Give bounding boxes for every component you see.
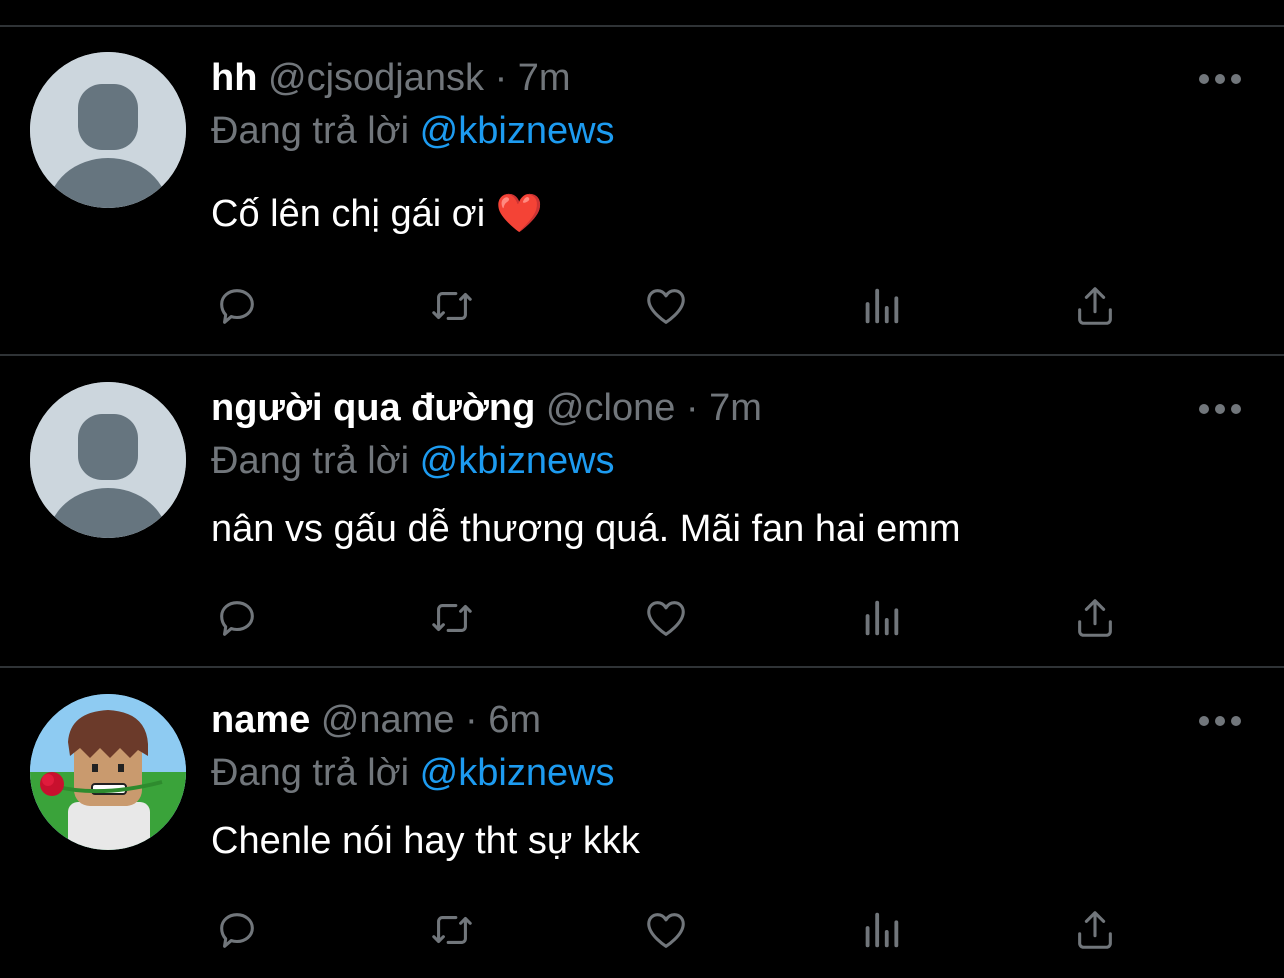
replying-to: Đang trả lời @kbiznews — [211, 438, 615, 484]
action-bar — [0, 281, 1284, 331]
share-icon — [1078, 911, 1112, 949]
heart-icon — [647, 289, 685, 324]
separator-dot: · — [465, 699, 478, 741]
like-button[interactable] — [641, 281, 691, 331]
mention-link[interactable]: @kbiznews — [420, 752, 615, 794]
tweet-text: Cố lên chị gái ơi ❤️ — [211, 191, 543, 237]
tweet-text: Chenle nói hay tht sự kkk — [211, 820, 640, 862]
views-button[interactable] — [856, 281, 906, 331]
timestamp[interactable]: 7m — [518, 57, 571, 99]
share-button[interactable] — [1070, 905, 1120, 955]
mention-link[interactable]: @kbiznews — [420, 440, 615, 482]
timestamp[interactable]: 6m — [488, 699, 541, 741]
separator-dot: · — [494, 57, 508, 99]
user-handle[interactable]: @clone — [546, 387, 675, 429]
user-handle[interactable]: @name — [321, 699, 455, 741]
reply-button[interactable] — [212, 905, 262, 955]
analytics-icon — [865, 600, 899, 636]
tweet-3[interactable]: name @name · 6m Đang trả lời @kbiznews C… — [0, 668, 1284, 978]
heart-icon — [647, 601, 685, 636]
display-name[interactable]: người qua đường — [211, 387, 535, 429]
like-button[interactable] — [641, 593, 691, 643]
replying-prefix: Đang trả lời — [211, 440, 410, 482]
more-icon[interactable] — [1196, 67, 1244, 91]
retweet-icon — [432, 916, 472, 944]
views-button[interactable] — [856, 905, 906, 955]
views-button[interactable] — [856, 593, 906, 643]
retweet-button[interactable] — [427, 281, 477, 331]
heart-icon — [647, 913, 685, 948]
tweet-header: người qua đường @clone · 7m — [211, 385, 762, 431]
timestamp[interactable]: 7m — [709, 387, 762, 429]
mention-link[interactable]: @kbiznews — [420, 110, 615, 152]
more-icon[interactable] — [1196, 709, 1244, 733]
heart-emoji: ❤️ — [495, 193, 544, 235]
reply-button[interactable] — [212, 281, 262, 331]
tweet-text-content: Cố lên chị gái ơi — [211, 193, 496, 235]
replying-to: Đang trả lời @kbiznews — [211, 108, 615, 154]
share-icon — [1078, 599, 1112, 637]
replying-prefix: Đang trả lời — [211, 110, 410, 152]
action-bar — [0, 593, 1284, 643]
separator-dot: · — [685, 387, 699, 429]
reply-icon — [220, 913, 254, 948]
reply-icon — [220, 289, 254, 324]
action-bar — [0, 905, 1284, 955]
tweet-1[interactable]: hh @cjsodjansk · 7m Đang trả lời @kbizne… — [0, 27, 1284, 337]
user-handle[interactable]: @cjsodjansk — [268, 57, 484, 99]
roblox-character-avatar — [30, 694, 186, 850]
analytics-icon — [865, 288, 899, 324]
avatar[interactable] — [30, 694, 186, 850]
reply-icon — [220, 601, 254, 636]
tweet-header: name @name · 6m — [211, 697, 541, 743]
avatar[interactable] — [30, 382, 186, 538]
retweet-button[interactable] — [427, 593, 477, 643]
replying-to: Đang trả lời @kbiznews — [211, 750, 615, 796]
share-button[interactable] — [1070, 281, 1120, 331]
retweet-icon — [432, 604, 472, 632]
replying-prefix: Đang trả lời — [211, 752, 410, 794]
like-button[interactable] — [641, 905, 691, 955]
retweet-button[interactable] — [427, 905, 477, 955]
display-name[interactable]: hh — [211, 57, 257, 99]
share-icon — [1078, 287, 1112, 325]
analytics-icon — [865, 912, 899, 948]
tweet-header: hh @cjsodjansk · 7m — [211, 55, 571, 101]
avatar[interactable] — [30, 52, 186, 208]
display-name[interactable]: name — [211, 699, 310, 741]
more-icon[interactable] — [1196, 397, 1244, 421]
reply-button[interactable] — [212, 593, 262, 643]
share-button[interactable] — [1070, 593, 1120, 643]
retweet-icon — [432, 292, 472, 320]
tweet-2[interactable]: người qua đường @clone · 7m Đang trả lời… — [0, 356, 1284, 666]
tweet-text: nân vs gấu dễ thương quá. Mãi fan hai em… — [211, 508, 961, 550]
